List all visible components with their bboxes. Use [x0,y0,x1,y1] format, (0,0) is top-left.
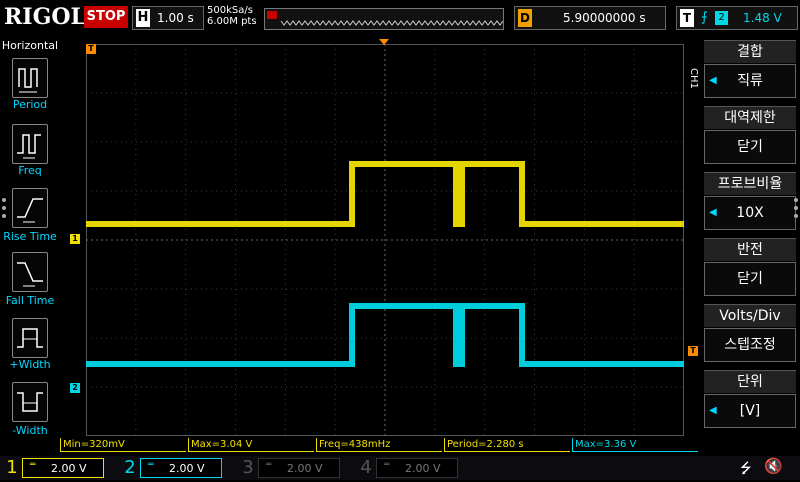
channel-2-button[interactable]: 2 2.00 V ═ [118,456,234,480]
trigger-box[interactable]: T ⨍ 2 1.48 V [676,6,798,30]
memory-overview-strip[interactable] [264,8,504,30]
trigger-source: 2 [715,11,728,25]
menu-item-value: 10X [736,205,764,221]
menu-item-button[interactable]: ◀ [V] [704,394,796,428]
frequency-icon [17,134,41,159]
negative-width-label: -Width [12,424,48,437]
period-icon [18,68,38,93]
rise-time-label: Rise Time [3,230,57,243]
dc-coupling-icon: ═ [30,460,36,470]
menu-item-label: Volts/Div [704,304,796,327]
fall-time-button[interactable] [12,252,48,292]
menu-item-label: 단위 [704,370,796,393]
trigger-level-marker[interactable]: T [688,346,698,356]
timebase-value: 1.00 s [157,11,194,25]
period-label: Period [12,98,48,111]
fall-time-label: Fall Time [5,294,55,307]
graticule [86,44,684,436]
channel-status-bar: 1 2.00 V ═ 2 2.00 V ═ 3 2.00 V ═ 4 2.00 V ═ ⭍ 🔇 [0,456,800,480]
channel-3-button[interactable]: 3 2.00 V ═ [236,456,352,480]
fall-time-icon [17,262,43,287]
usb-icon: ⭍ [740,461,752,477]
measurement-readout[interactable]: Max=3.36 V [572,438,698,452]
menu-item-value: [V] [739,403,761,419]
top-status-bar: RIGOL STOP H 1.00 s 500kSa/s 6.00M pts D… [0,0,800,38]
memory-depth: 6.00M pts [207,16,257,27]
positive-width-label: +Width [9,358,51,371]
right-softkey-menu: 결합 ◀ 직류 대역제한 닫기 프로브비율 ◀ 10X 반전 닫기 Volts/Div 스텝조정 단위 ◀… [704,40,796,452]
channel-4-button[interactable]: 4 2.00 V ═ [354,456,470,480]
brand-logo: RIGOL [4,4,86,30]
dc-coupling-icon: ═ [148,460,154,470]
menu-item-value: 직류 [737,73,763,89]
sample-rate: 500kSa/s [207,5,253,16]
channel-number: 1 [6,457,18,478]
menu-item-label: 프로브비율 [704,172,796,195]
menu-item-value: 닫기 [737,139,763,155]
left-softkey-menu: Horizontal Period Freq Rise Time Fall Ti… [0,38,60,456]
trigger-time-marker[interactable]: T [86,44,96,54]
measurement-readout[interactable]: Min=320mV [60,438,186,452]
left-menu-title: Horizontal [1,39,59,52]
left-page-indicator [2,198,6,218]
ch1-offset-marker[interactable]: 1 [70,234,80,244]
delay-value: 5.90000000 s [563,11,646,25]
measurement-bar: Min=320mV Max=3.04 V Freq=438mHz Period=2.2… [60,438,700,454]
positive-width-button[interactable] [12,318,48,358]
channel-1-button[interactable]: 1 2.00 V ═ [0,456,116,480]
frequency-label: Freq [18,164,42,177]
trigger-label: T [680,9,694,27]
menu-item-label: 반전 [704,238,796,261]
trigger-position-marker[interactable] [378,38,390,46]
measurement-readout[interactable]: Freq=438mHz [316,438,442,452]
channel-number: 2 [124,457,136,478]
menu-item-button[interactable]: 닫기 [704,130,796,164]
right-page-indicator [794,198,798,218]
channel-number: 4 [360,457,372,478]
channel-tag-text: CH1 [688,68,699,89]
channel-number: 3 [242,457,254,478]
dc-coupling-icon: ═ [384,460,390,470]
trigger-level: 1.48 V [743,11,782,25]
menu-item-button[interactable]: ◀ 직류 [704,64,796,98]
delay-box[interactable]: D 5.90000000 s [514,6,666,30]
negative-width-icon [17,392,43,412]
rising-edge-icon: ⨍ [701,10,708,25]
measurement-readout[interactable]: Max=3.04 V [188,438,314,452]
speaker-muted-icon[interactable]: 🔇 [764,457,783,475]
menu-item-value: 닫기 [737,271,763,287]
positive-width-icon [17,328,43,348]
period-button[interactable] [12,58,48,98]
timebase-box[interactable]: H 1.00 s [132,6,204,30]
channel-tag: CH1 [688,68,702,92]
menu-item-button[interactable]: 스텝조정 [704,328,796,362]
menu-item-value: 스텝조정 [724,337,776,353]
dc-coupling-icon: ═ [266,460,272,470]
delay-label: D [518,9,532,27]
ch2-offset-marker[interactable]: 2 [70,383,80,393]
memory-overview-waveform [267,11,503,26]
left-arrow-icon: ◀ [709,405,717,416]
run-stop-indicator[interactable]: STOP [84,6,128,28]
menu-item-label: 대역제한 [704,106,796,129]
left-arrow-icon: ◀ [709,75,717,86]
menu-item-label: 결합 [704,40,796,63]
measurement-readout[interactable]: Period=2.280 s [444,438,570,452]
rise-time-icon [17,198,43,223]
waveform-display[interactable] [86,44,684,436]
rise-time-button[interactable] [12,188,48,228]
left-arrow-icon: ◀ [709,207,717,218]
negative-width-button[interactable] [12,382,48,422]
menu-item-button[interactable]: ◀ 10X [704,196,796,230]
memory-waveform-preview [280,20,503,26]
menu-item-button[interactable]: 닫기 [704,262,796,296]
frequency-button[interactable] [12,124,48,164]
timebase-label: H [136,9,150,27]
memory-window-marker [267,11,277,19]
